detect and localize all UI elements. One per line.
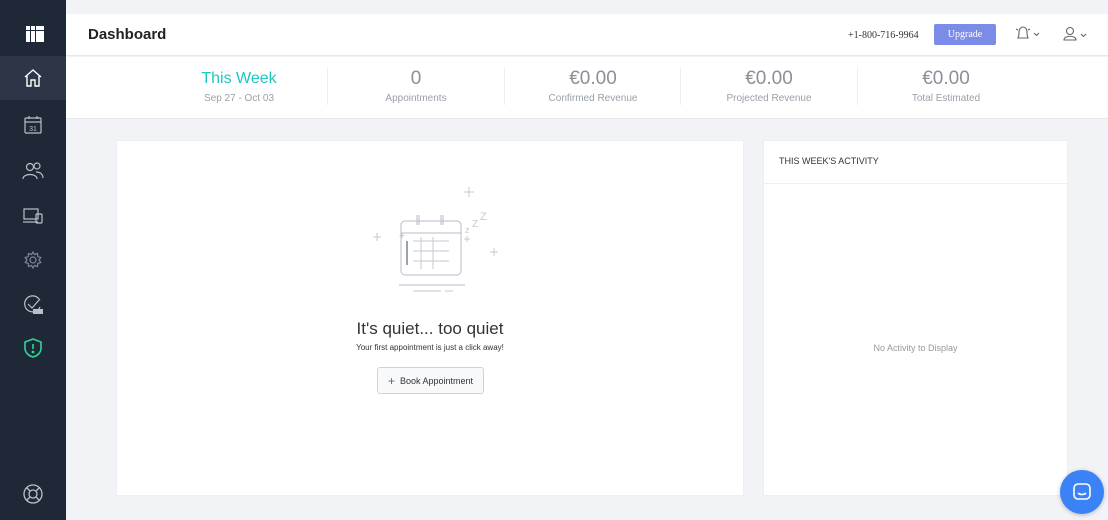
book-appointment-button[interactable]: + Book Appointment: [377, 367, 484, 394]
appointments-label: Appointments: [385, 93, 447, 104]
book-appointment-label: Book Appointment: [399, 375, 474, 386]
user-icon: [1063, 26, 1087, 41]
checklist-icon: [24, 295, 43, 314]
projected-value: €0.00: [745, 68, 793, 89]
notifications-menu[interactable]: [1014, 25, 1044, 48]
projected-label: Projected Revenue: [726, 93, 812, 104]
confirmed-label: Confirmed Revenue: [548, 93, 638, 104]
sidebar-item-devices[interactable]: [0, 194, 66, 238]
empty-state-title: It's quiet... too quiet: [356, 319, 504, 338]
activity-heading: THIS WEEK'S ACTIVITY: [764, 141, 1067, 184]
sidebar-item-shield[interactable]: [0, 326, 66, 370]
home-icon: [24, 69, 42, 87]
svg-text:Z: Z: [472, 219, 478, 230]
sleeping-calendar-icon: z Z Z: [357, 181, 507, 306]
help-icon: [23, 484, 43, 504]
bell-icon: [1015, 26, 1040, 39]
empty-state-subtitle: Your first appointment is just a click a…: [356, 343, 504, 352]
plus-icon: +: [387, 373, 395, 388]
appointments-card: z Z Z It's quiet... too quiet Your first…: [116, 140, 744, 496]
calendar-day-text: 31: [29, 126, 37, 133]
week-range: Sep 27 - Oct 03: [203, 93, 275, 104]
stat-appointments: 0 Appointments: [328, 68, 504, 104]
stat-confirmed-revenue: €0.00 Confirmed Revenue: [505, 68, 681, 104]
svg-text:z: z: [465, 225, 470, 235]
stat-total-estimated: €0.00 Total Estimated: [858, 68, 1034, 104]
user-menu[interactable]: [1062, 25, 1090, 48]
sidebar-item-calendar[interactable]: 31: [0, 103, 66, 147]
shield-icon: [24, 338, 42, 358]
calendar-icon: 31: [24, 116, 42, 134]
sidebar-item-help[interactable]: [0, 472, 66, 516]
chat-icon: [1073, 483, 1091, 500]
sidebar-item-checklist[interactable]: [0, 283, 66, 327]
week-label: This Week: [201, 70, 277, 87]
activity-card: THIS WEEK'S ACTIVITY No Activity to Disp…: [763, 140, 1068, 496]
sidebar: 31: [0, 0, 66, 520]
upgrade-button[interactable]: Upgrade: [934, 24, 996, 45]
top-bar: Dashboard +1-800-716-9964 Upgrade: [66, 14, 1108, 56]
activity-empty-text: No Activity to Display: [873, 343, 958, 353]
sidebar-item-home[interactable]: [0, 56, 66, 100]
sidebar-item-settings[interactable]: [0, 238, 66, 282]
app-logo-icon[interactable]: [26, 26, 44, 42]
svg-text:Z: Z: [480, 211, 487, 223]
confirmed-value: €0.00: [569, 68, 617, 89]
devices-icon: [23, 208, 43, 224]
page-title: Dashboard: [88, 26, 167, 43]
settings-icon: [24, 250, 42, 270]
chat-launcher-button[interactable]: [1060, 470, 1104, 514]
total-label: Total Estimated: [911, 93, 981, 104]
stat-projected-revenue: €0.00 Projected Revenue: [681, 68, 857, 104]
stat-this-week[interactable]: This Week Sep 27 - Oct 03: [151, 68, 327, 104]
users-icon: [22, 162, 44, 180]
appointments-value: 0: [410, 68, 422, 89]
support-phone[interactable]: +1-800-716-9964: [848, 30, 919, 41]
total-value: €0.00: [922, 68, 970, 89]
sidebar-item-users[interactable]: [0, 149, 66, 193]
stats-bar: This Week Sep 27 - Oct 03 0 Appointments…: [66, 57, 1108, 119]
